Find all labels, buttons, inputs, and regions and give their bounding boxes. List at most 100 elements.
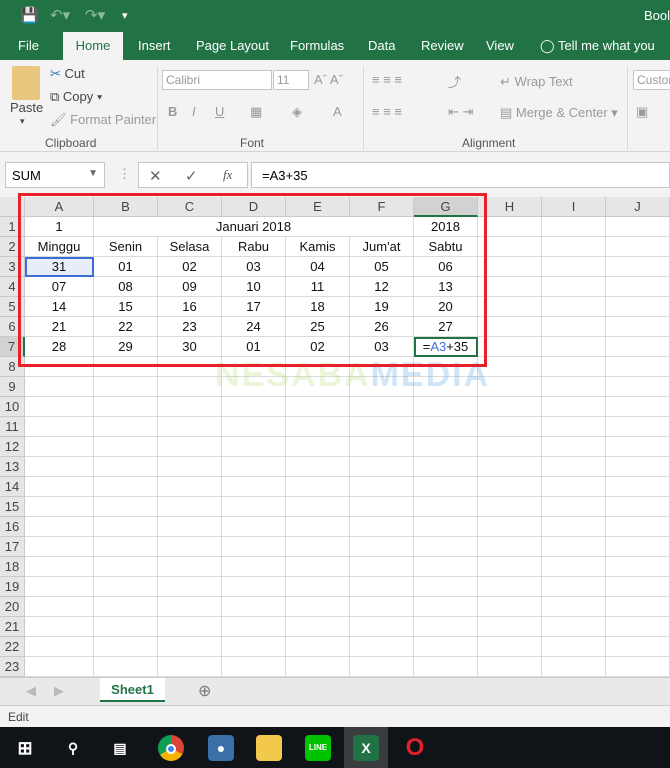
cell-H6[interactable] xyxy=(478,317,542,337)
file-explorer-icon[interactable] xyxy=(256,735,282,761)
cell-C19[interactable] xyxy=(158,577,222,597)
cell-G23[interactable] xyxy=(414,657,478,677)
cell-E20[interactable] xyxy=(286,597,350,617)
cell-E2[interactable]: Kamis xyxy=(286,237,350,257)
app-icon[interactable]: ● xyxy=(208,735,234,761)
cell-F16[interactable] xyxy=(350,517,414,537)
cell-C18[interactable] xyxy=(158,557,222,577)
column-header-g[interactable]: G xyxy=(414,197,478,217)
cell-B2[interactable]: Senin xyxy=(94,237,158,257)
cell-F10[interactable] xyxy=(350,397,414,417)
cell-B19[interactable] xyxy=(94,577,158,597)
vertical-align-icons[interactable]: ≡ ≡ ≡ xyxy=(372,72,402,87)
underline-button[interactable]: U xyxy=(215,104,224,119)
cell-D7[interactable]: 01 xyxy=(222,337,286,357)
cell-G1[interactable]: 2018 xyxy=(414,217,478,237)
cell-C10[interactable] xyxy=(158,397,222,417)
select-all-button[interactable] xyxy=(0,197,25,217)
cell-E15[interactable] xyxy=(286,497,350,517)
search-icon[interactable]: ⚲ xyxy=(60,735,86,761)
column-header-e[interactable]: E xyxy=(286,197,350,217)
cell-J4[interactable] xyxy=(606,277,670,297)
cell-J3[interactable] xyxy=(606,257,670,277)
cell-H17[interactable] xyxy=(478,537,542,557)
cell-F3[interactable]: 05 xyxy=(350,257,414,277)
tab-view[interactable]: View xyxy=(476,32,524,60)
cell-D17[interactable] xyxy=(222,537,286,557)
cell-F12[interactable] xyxy=(350,437,414,457)
cell-G21[interactable] xyxy=(414,617,478,637)
cell-E4[interactable]: 11 xyxy=(286,277,350,297)
chrome-icon[interactable] xyxy=(158,735,184,761)
cell-F7[interactable]: 03 xyxy=(350,337,414,357)
cell-I2[interactable] xyxy=(542,237,606,257)
cell-C17[interactable] xyxy=(158,537,222,557)
cell-H16[interactable] xyxy=(478,517,542,537)
cell-J8[interactable] xyxy=(606,357,670,377)
cell-H15[interactable] xyxy=(478,497,542,517)
cell-C23[interactable] xyxy=(158,657,222,677)
cell-E12[interactable] xyxy=(286,437,350,457)
cell-B11[interactable] xyxy=(94,417,158,437)
cell-A22[interactable] xyxy=(25,637,94,657)
windows-start-icon[interactable]: ⊞ xyxy=(12,735,38,761)
cell-F22[interactable] xyxy=(350,637,414,657)
cell-D23[interactable] xyxy=(222,657,286,677)
cell-E22[interactable] xyxy=(286,637,350,657)
cell-C9[interactable] xyxy=(158,377,222,397)
cell-B16[interactable] xyxy=(94,517,158,537)
cell-J23[interactable] xyxy=(606,657,670,677)
fill-color-icon[interactable]: ◈ xyxy=(292,104,302,120)
cell-B8[interactable] xyxy=(94,357,158,377)
row-header-14[interactable]: 14 xyxy=(0,477,25,497)
cell-J17[interactable] xyxy=(606,537,670,557)
cell-A16[interactable] xyxy=(25,517,94,537)
tab-home[interactable]: Home xyxy=(63,32,123,60)
cell-G14[interactable] xyxy=(414,477,478,497)
cut-button[interactable]: ✂ Cut xyxy=(50,66,85,82)
cell-I15[interactable] xyxy=(542,497,606,517)
cell-G7[interactable]: =A3+35 xyxy=(414,337,478,357)
cell-A6[interactable]: 21 xyxy=(25,317,94,337)
cell-E17[interactable] xyxy=(286,537,350,557)
row-header-15[interactable]: 15 xyxy=(0,497,25,517)
cell-H4[interactable] xyxy=(478,277,542,297)
cell-H19[interactable] xyxy=(478,577,542,597)
cell-I18[interactable] xyxy=(542,557,606,577)
cell-A21[interactable] xyxy=(25,617,94,637)
row-header-22[interactable]: 22 xyxy=(0,637,25,657)
cell-B7[interactable]: 29 xyxy=(94,337,158,357)
row-header-11[interactable]: 11 xyxy=(0,417,25,437)
cell-B18[interactable] xyxy=(94,557,158,577)
cell-G18[interactable] xyxy=(414,557,478,577)
cell-I3[interactable] xyxy=(542,257,606,277)
cell-B10[interactable] xyxy=(94,397,158,417)
cell-A1[interactable]: 1 xyxy=(25,217,94,237)
cell-I14[interactable] xyxy=(542,477,606,497)
redo-icon[interactable]: ↷▾ xyxy=(85,6,105,24)
worksheet-grid[interactable]: A B C D E F G H I J 1 1 Januari 2018 2018 2 Minggu Senin… xyxy=(0,197,670,677)
paste-button[interactable]: Paste xyxy=(10,100,43,115)
cell-J15[interactable] xyxy=(606,497,670,517)
cell-G22[interactable] xyxy=(414,637,478,657)
cell-A17[interactable] xyxy=(25,537,94,557)
currency-icon[interactable]: ▣ xyxy=(636,104,648,120)
cell-J1[interactable] xyxy=(606,217,670,237)
cell-F23[interactable] xyxy=(350,657,414,677)
cell-G6[interactable]: 27 xyxy=(414,317,478,337)
cell-E23[interactable] xyxy=(286,657,350,677)
cell-I21[interactable] xyxy=(542,617,606,637)
cell-H14[interactable] xyxy=(478,477,542,497)
cell-I8[interactable] xyxy=(542,357,606,377)
row-header-7[interactable]: 7 xyxy=(0,337,25,357)
cell-C14[interactable] xyxy=(158,477,222,497)
cell-G16[interactable] xyxy=(414,517,478,537)
tab-formulas[interactable]: Formulas xyxy=(280,32,354,60)
cell-J19[interactable] xyxy=(606,577,670,597)
cell-B22[interactable] xyxy=(94,637,158,657)
cell-J2[interactable] xyxy=(606,237,670,257)
cell-G19[interactable] xyxy=(414,577,478,597)
cell-C5[interactable]: 16 xyxy=(158,297,222,317)
cell-I19[interactable] xyxy=(542,577,606,597)
cell-F13[interactable] xyxy=(350,457,414,477)
